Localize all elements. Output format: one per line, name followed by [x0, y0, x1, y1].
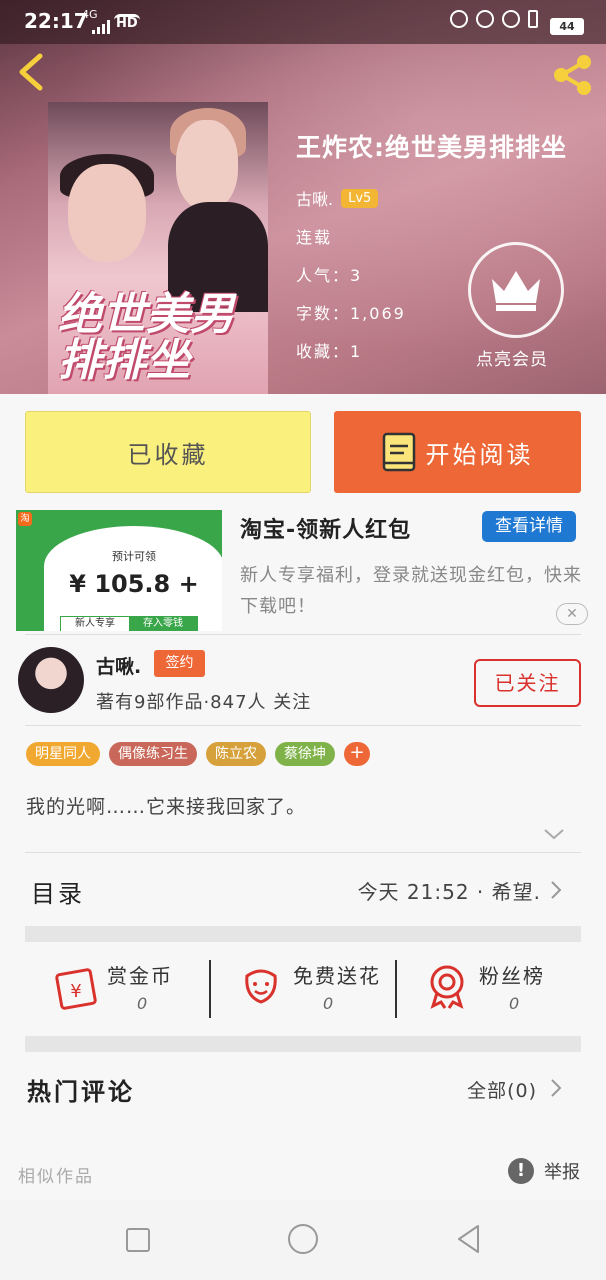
signal-icon: [92, 20, 110, 34]
book-title: 王炸农:绝世美男排排坐: [296, 133, 567, 162]
hot-comments-row[interactable]: 热门评论 全部(0): [25, 1066, 581, 1116]
vip-label[interactable]: 点亮会员: [476, 345, 548, 370]
back-triangle-icon[interactable]: [456, 1224, 482, 1254]
hd-indicator: HD: [114, 14, 140, 31]
share-icon[interactable]: [550, 54, 596, 96]
medal-icon: [430, 965, 464, 1009]
vibrate-icon: [450, 10, 468, 28]
start-reading-button[interactable]: 开始阅读: [334, 411, 581, 493]
gift-count: 0: [323, 994, 334, 1013]
status-time: 22:17: [24, 9, 88, 33]
ad-card-tabs: 新人专享 存入零钱: [60, 616, 198, 631]
signed-badge: 签约: [154, 650, 205, 677]
section-separator: [25, 926, 581, 942]
follow-button[interactable]: 已关注: [474, 659, 581, 707]
book-icon: [382, 432, 415, 472]
chevron-right-icon: [551, 1079, 562, 1097]
author-stats: 著有9部作品·847人 关注: [96, 692, 312, 713]
section-separator: [25, 1036, 581, 1052]
chevron-right-icon: [551, 881, 562, 899]
taobao-logo: 淘: [18, 512, 32, 526]
author-name[interactable]: 古啾.: [96, 652, 141, 679]
gift-label: 粉丝榜: [479, 964, 545, 988]
tag-item[interactable]: 偶像练习生: [109, 742, 197, 766]
ad-details-button[interactable]: 查看详情: [482, 511, 576, 542]
tag-item[interactable]: 蔡徐坤: [275, 742, 335, 766]
svg-text:¥: ¥: [70, 981, 81, 1002]
gift-flower-button[interactable]: 免费送花 0: [211, 948, 396, 1034]
fan-ranking-button[interactable]: 粉丝榜 0: [397, 948, 582, 1034]
status-bar: 22:17 4G HD 44: [0, 0, 606, 44]
ad-card-tab: 新人专享: [75, 618, 115, 629]
gift-label: 赏金币: [107, 964, 173, 988]
tag-item[interactable]: 陈立农: [206, 742, 266, 766]
collect-button[interactable]: 已收藏: [25, 411, 311, 493]
similar-works-label: 相似作品: [18, 1167, 94, 1187]
status-icons: [450, 10, 538, 28]
book-summary: 我的光啊……它来接我回家了。: [26, 796, 307, 818]
start-reading-label: 开始阅读: [425, 440, 534, 469]
toc-label: 目录: [31, 880, 85, 908]
ad-card-amount: ¥ 105.8 +: [69, 570, 199, 598]
battery-icon: 44: [550, 18, 584, 35]
chevron-down-icon[interactable]: [542, 826, 566, 842]
home-icon[interactable]: [288, 1224, 318, 1254]
collect-label: 已收藏: [127, 440, 209, 469]
system-nav-bar: [0, 1200, 606, 1280]
recent-apps-icon[interactable]: [126, 1228, 150, 1252]
gift-count: 0: [509, 994, 520, 1013]
book-author-row: 古啾. Lv5: [296, 186, 567, 210]
divider: [25, 725, 581, 726]
book-header: 22:17 4G HD 44 绝世美男排排坐 王炸农:绝世美男排排坐 古啾. L…: [0, 0, 606, 394]
ad-card-tab: 存入零钱: [129, 617, 197, 631]
back-arrow-icon[interactable]: [14, 52, 50, 92]
vip-crown-button[interactable]: [468, 242, 564, 338]
book-author[interactable]: 古啾.: [296, 186, 333, 210]
divider: [25, 634, 581, 635]
table-of-contents-row[interactable]: 目录 今天 21:52 · 希望.: [25, 856, 581, 924]
gift-label: 免费送花: [293, 964, 381, 988]
report-label: 举报: [544, 1162, 580, 1183]
all-comments-link[interactable]: 全部(0): [467, 1076, 537, 1103]
add-tag-button[interactable]: +: [344, 742, 370, 766]
tag-item[interactable]: 明星同人: [26, 742, 100, 766]
book-cover[interactable]: 绝世美男排排坐: [48, 102, 268, 394]
ad-close-button[interactable]: ✕: [556, 603, 588, 625]
red-envelope-icon: ¥: [55, 968, 97, 1010]
cover-title: 绝世美男排排坐: [58, 289, 234, 386]
crown-icon: [492, 271, 540, 311]
ad-description: 新人专享福利，登录就送现金红包，快来下载吧！: [240, 565, 582, 617]
flower-icon: [245, 969, 277, 1004]
ad-card-label: 预计可领: [112, 550, 156, 563]
author-avatar[interactable]: [18, 647, 84, 713]
report-button[interactable]: ! 举报: [508, 1158, 580, 1184]
divider: [25, 852, 581, 853]
gift-count: 0: [137, 994, 148, 1013]
ad-red-packet-card: 预计可领 ¥ 105.8 + 新人专享 存入零钱: [44, 526, 222, 631]
ad-title[interactable]: 淘宝-领新人红包: [240, 512, 411, 544]
hot-comments-label: 热门评论: [27, 1078, 135, 1106]
level-badge: Lv5: [341, 188, 379, 208]
gift-coins-button[interactable]: ¥ 赏金币 0: [25, 948, 210, 1034]
tag-list: 明星同人 偶像练习生 陈立农 蔡徐坤 +: [26, 742, 370, 766]
bluetooth-icon: [528, 10, 538, 28]
ad-image[interactable]: 淘 预计可领 ¥ 105.8 + 新人专享 存入零钱: [16, 510, 222, 631]
warning-icon: !: [508, 1158, 534, 1184]
alarm-icon: [502, 10, 520, 28]
lock-rotation-icon: [476, 10, 494, 28]
latest-chapter: 今天 21:52 · 希望.: [357, 880, 541, 904]
gift-bar: ¥ 赏金币 0 免费送花 0 粉丝榜 0: [25, 948, 581, 1034]
